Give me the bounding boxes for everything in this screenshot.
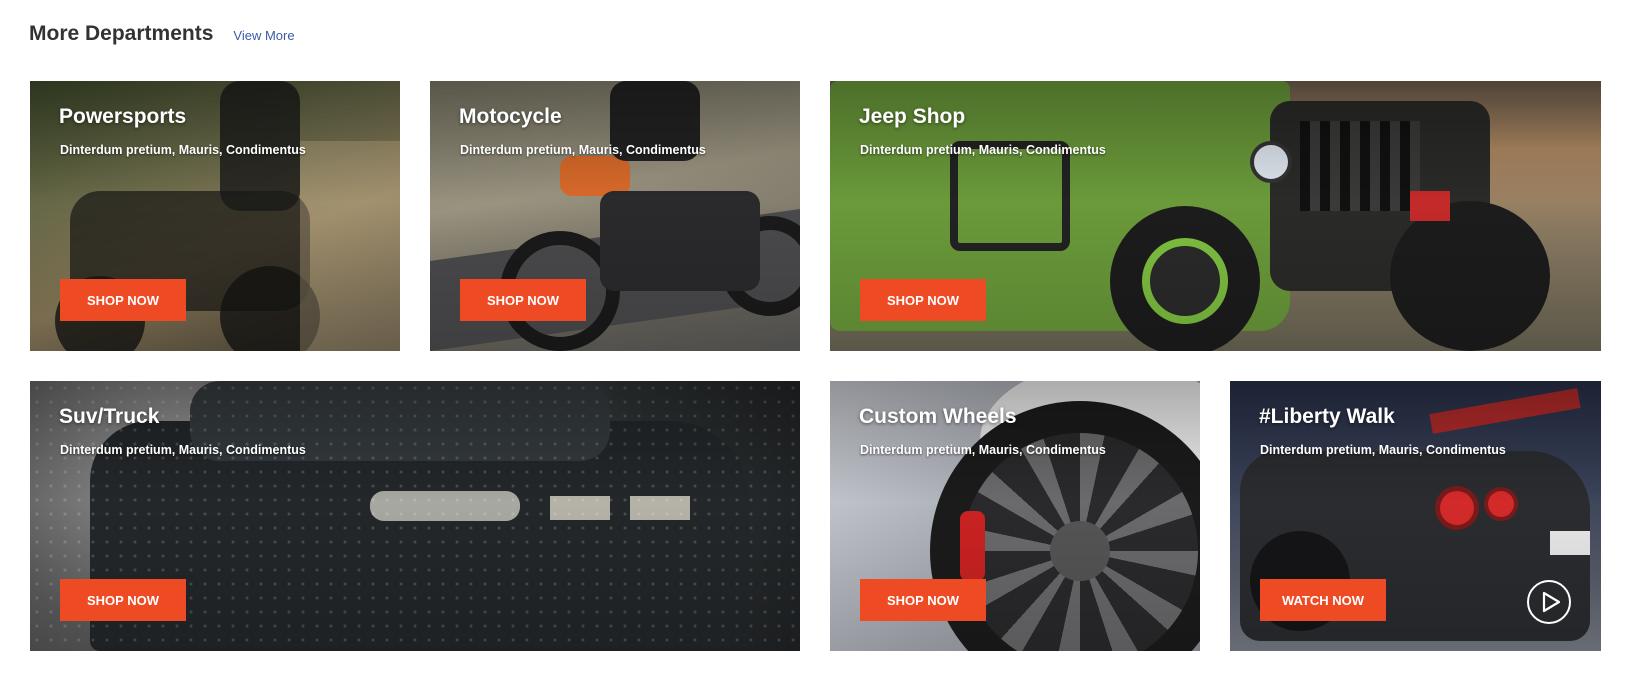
card-title: Jeep Shop — [859, 105, 966, 128]
department-card-liberty-walk[interactable]: #Liberty Walk Dinterdum pretium, Mauris,… — [1230, 381, 1601, 651]
card-title: Motocycle — [459, 105, 562, 128]
view-more-link[interactable]: View More — [233, 28, 294, 43]
shop-now-button[interactable]: SHOP NOW — [60, 579, 186, 621]
department-card-suv-truck[interactable]: Suv/Truck Dinterdum pretium, Mauris, Con… — [30, 381, 800, 651]
department-card-motocycle[interactable]: Motocycle Dinterdum pretium, Mauris, Con… — [430, 81, 800, 351]
department-card-jeep-shop[interactable]: Jeep Shop Dinterdum pretium, Mauris, Con… — [830, 81, 1601, 351]
watch-now-button[interactable]: WATCH NOW — [1260, 579, 1386, 621]
play-circle-icon[interactable] — [1527, 580, 1571, 624]
shop-now-button[interactable]: SHOP NOW — [460, 279, 586, 321]
card-title: Custom Wheels — [859, 405, 1017, 428]
card-title: #Liberty Walk — [1259, 405, 1395, 428]
shop-now-button[interactable]: SHOP NOW — [860, 279, 986, 321]
card-subtitle: Dinterdum pretium, Mauris, Condimentus — [860, 143, 1106, 157]
card-title: Suv/Truck — [59, 405, 160, 428]
card-subtitle: Dinterdum pretium, Mauris, Condimentus — [60, 443, 306, 457]
shop-now-button[interactable]: SHOP NOW — [60, 279, 186, 321]
card-subtitle: Dinterdum pretium, Mauris, Condimentus — [460, 143, 706, 157]
department-card-powersports[interactable]: Powersports Dinterdum pretium, Mauris, C… — [30, 81, 400, 351]
card-subtitle: Dinterdum pretium, Mauris, Condimentus — [60, 143, 306, 157]
card-subtitle: Dinterdum pretium, Mauris, Condimentus — [860, 443, 1106, 457]
section-title: More Departments — [29, 22, 214, 45]
card-title: Powersports — [59, 105, 187, 128]
department-card-custom-wheels[interactable]: Custom Wheels Dinterdum pretium, Mauris,… — [830, 381, 1200, 651]
section-header: More Departments View More — [29, 22, 295, 46]
shop-now-button[interactable]: SHOP NOW — [860, 579, 986, 621]
card-subtitle: Dinterdum pretium, Mauris, Condimentus — [1260, 443, 1506, 457]
